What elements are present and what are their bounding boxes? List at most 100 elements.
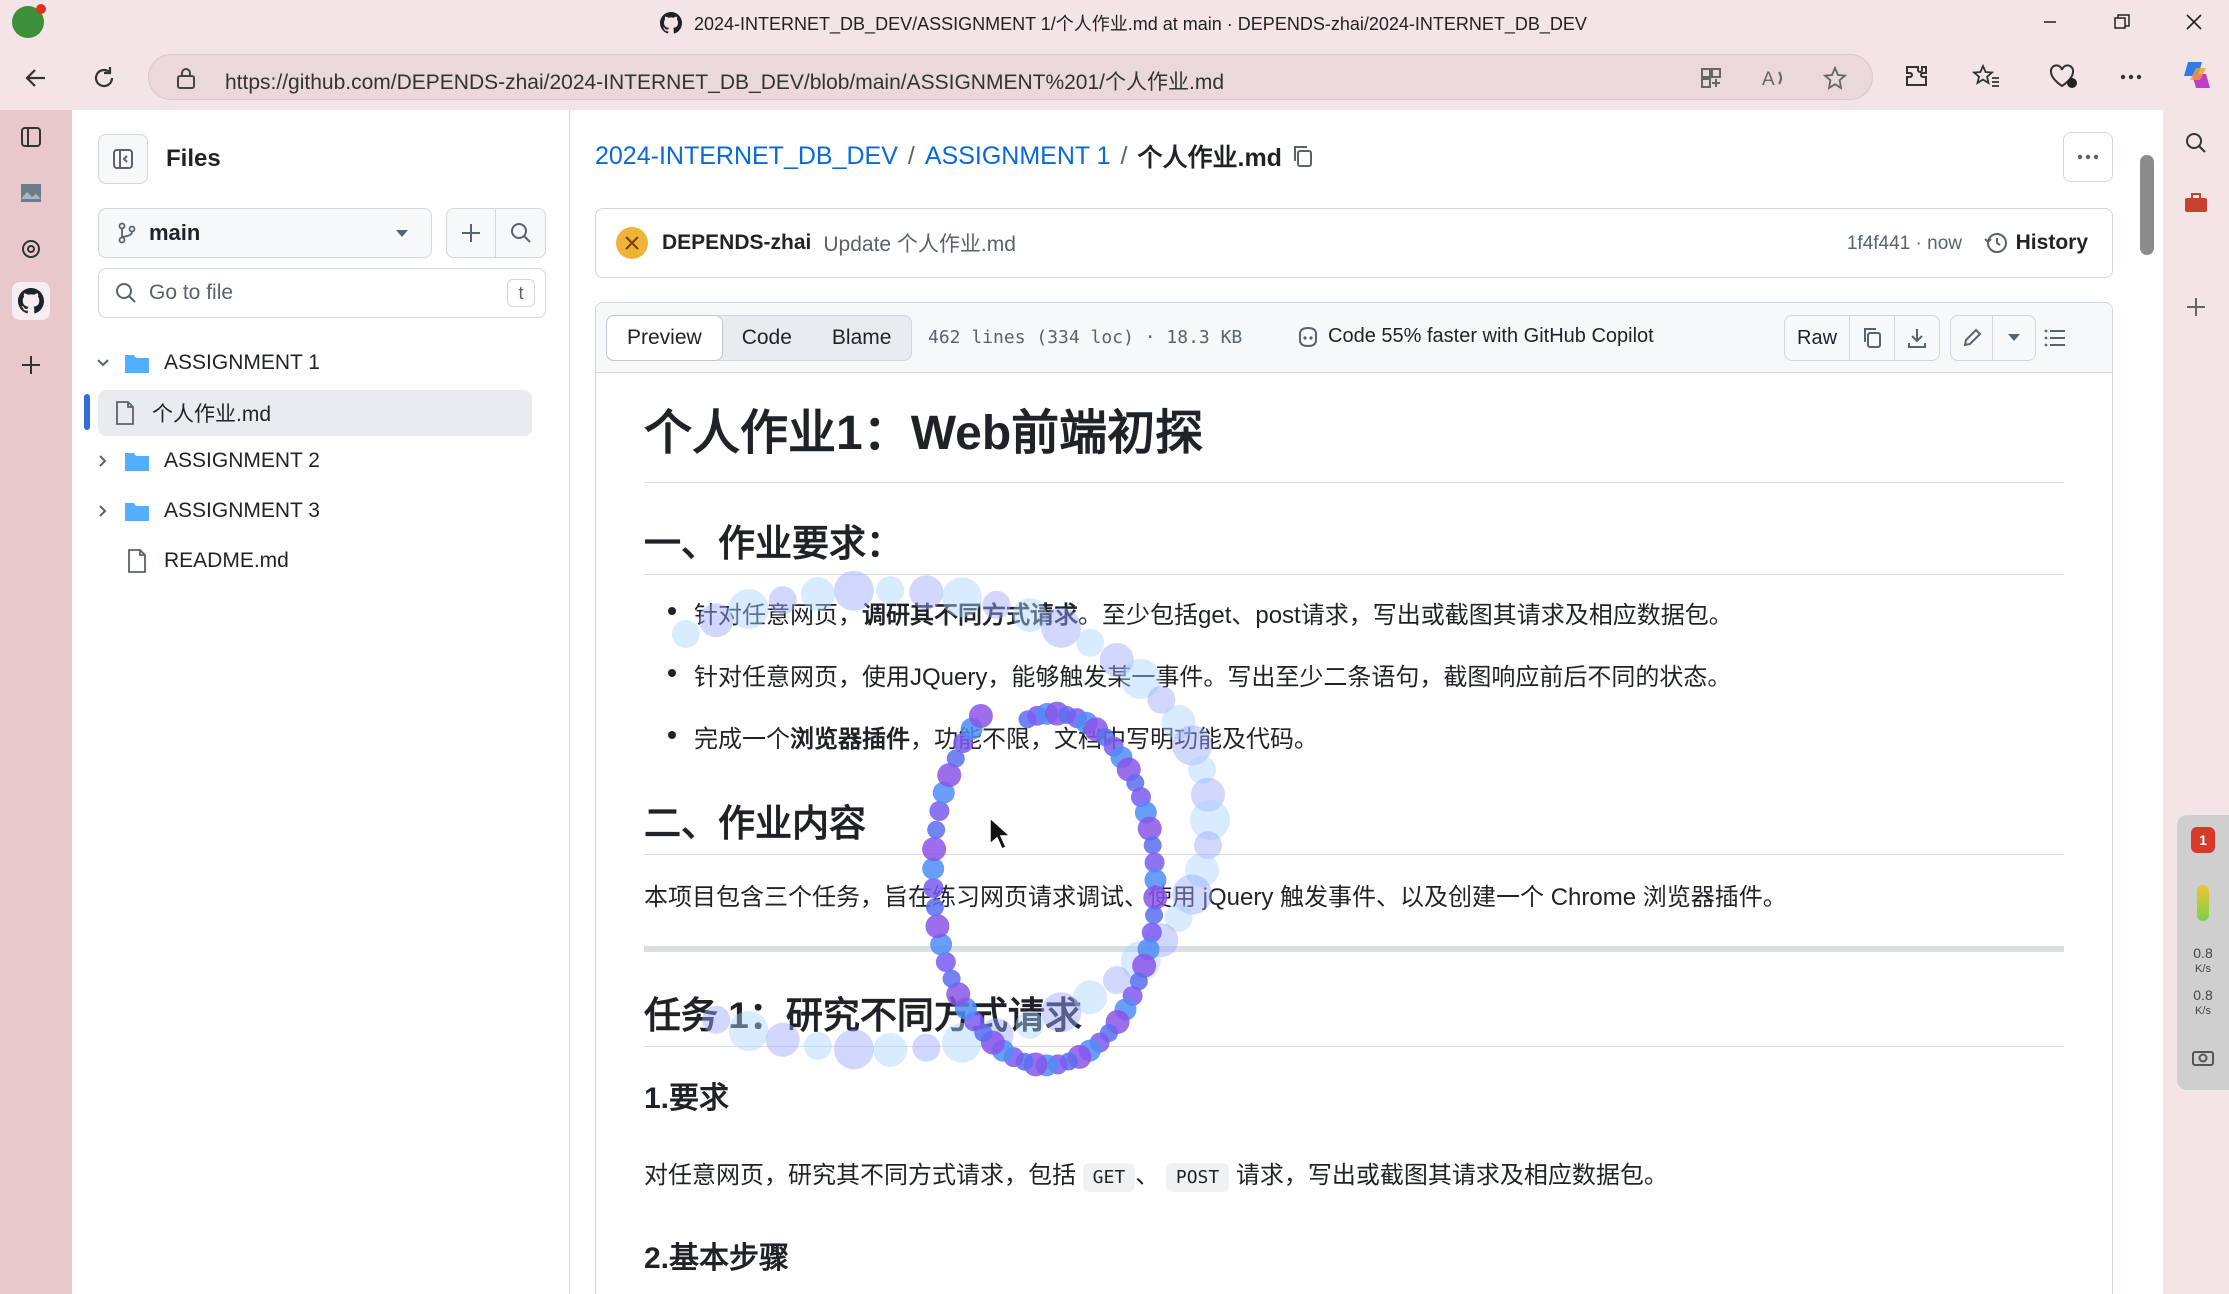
history-icon — [1983, 231, 2008, 255]
caret-down-icon — [395, 229, 409, 239]
github-logo-icon — [660, 12, 682, 34]
breadcrumb-repo-link[interactable]: 2024-INTERNET_DB_DEV — [595, 142, 898, 171]
heading-task1: 任务 1：研究不同方式请求 — [644, 985, 2064, 1047]
tools-briefcase-icon[interactable] — [2179, 186, 2213, 220]
tree-folder-assignment-2[interactable]: ASSIGNMENT 2 — [86, 438, 532, 484]
req-paragraph: 对任意网页，研究其不同方式请求，包括 GET、 POST 请求，写出或截图其请求… — [644, 1155, 1668, 1192]
tab-github-active[interactable] — [12, 282, 50, 320]
commit-sha-time[interactable]: 1f4f441 · now — [1847, 233, 1962, 255]
file-header: Preview Code Blame 462 lines (334 loc) ·… — [596, 303, 2112, 373]
notification-dot — [36, 4, 46, 14]
history-button[interactable]: History — [1983, 231, 2088, 255]
selected-indicator — [84, 394, 90, 430]
browser-essentials-icon[interactable] — [2048, 64, 2078, 90]
files-header: Files — [98, 134, 221, 184]
breadcrumb: 2024-INTERNET_DB_DEV / ASSIGNMENT 1 / 个人… — [595, 138, 1314, 174]
alert-badge[interactable]: 1 — [2191, 827, 2215, 853]
mouse-cursor-icon — [989, 816, 1012, 851]
app-available-icon[interactable] — [1699, 66, 1723, 90]
tab-image-icon[interactable] — [12, 174, 50, 212]
branch-selector[interactable]: main — [98, 208, 432, 258]
tree-file-readme[interactable]: README.md — [86, 538, 532, 584]
file-content-box: Preview Code Blame 462 lines (334 loc) ·… — [595, 302, 2113, 1294]
favorites-icon[interactable] — [1972, 64, 2000, 90]
refresh-button[interactable] — [82, 56, 126, 100]
tab-openai-icon[interactable] — [12, 230, 50, 268]
go-to-file-input[interactable]: Go to file t — [98, 268, 546, 318]
address-bar[interactable]: https://github.com/DEPENDS-zhai/2024-INT… — [148, 54, 1873, 100]
chevron-down-icon[interactable] — [86, 355, 120, 371]
camera-icon[interactable] — [2191, 1047, 2215, 1067]
heading-requirements: 一、作业要求： — [644, 513, 2064, 575]
tree-folder-assignment-3[interactable]: ASSIGNMENT 3 — [86, 488, 532, 534]
file-icon — [108, 401, 142, 425]
copilot-icon — [1296, 326, 1320, 348]
battery-gauge — [2197, 885, 2209, 921]
svg-text:A: A — [1762, 69, 1775, 90]
new-tab-icon[interactable] — [12, 346, 50, 384]
copilot-icon[interactable] — [2180, 58, 2214, 92]
avatar[interactable] — [616, 227, 648, 259]
folder-icon — [120, 450, 154, 472]
inline-code: POST — [1165, 1163, 1230, 1192]
outline-list-icon[interactable] — [2032, 315, 2078, 361]
window-titlebar: 2024-INTERNET_DB_DEV/ASSIGNMENT 1/个人作业.m… — [0, 0, 2229, 44]
window-title-text: 2024-INTERNET_DB_DEV/ASSIGNMENT 1/个人作业.m… — [694, 14, 1587, 34]
back-button[interactable] — [14, 56, 58, 100]
breadcrumb-folder-link[interactable]: ASSIGNMENT 1 — [925, 142, 1111, 171]
edit-pencil-icon[interactable] — [1951, 316, 1993, 360]
inline-code: GET — [1082, 1163, 1136, 1192]
search-icon[interactable] — [2179, 126, 2213, 160]
net-up-value: 0.8 — [2193, 945, 2213, 961]
file-icon — [120, 549, 154, 573]
more-options-icon[interactable] — [2118, 64, 2144, 90]
search-code-button[interactable] — [496, 208, 546, 258]
edit-dropdown-icon[interactable] — [1993, 316, 2035, 360]
download-button[interactable] — [1895, 316, 1939, 360]
net-down-value: 0.8 — [2193, 987, 2213, 1003]
minimize-button[interactable] — [2028, 6, 2072, 38]
search-icon — [115, 282, 137, 304]
read-aloud-icon[interactable]: A — [1761, 66, 1787, 90]
extensions-icon[interactable] — [1904, 64, 1930, 90]
close-window-button[interactable] — [2172, 6, 2216, 38]
doc-title: 个人作业1：Web前端初探 — [644, 393, 2064, 483]
more-actions-button[interactable] — [2063, 132, 2113, 182]
latest-commit-bar: DEPENDS-zhai Update 个人作业.md 1f4f441 · no… — [595, 208, 2113, 278]
breadcrumb-current-file: 个人作业.md — [1137, 144, 1282, 172]
favorite-star-icon[interactable] — [1823, 66, 1847, 90]
tab-code[interactable]: Code — [722, 316, 812, 360]
copilot-promo-link[interactable]: Code 55% faster with GitHub Copilot — [1296, 325, 1654, 348]
scrollbar-thumb[interactable] — [2140, 155, 2154, 255]
branch-name: main — [149, 220, 201, 245]
restore-button[interactable] — [2100, 6, 2144, 38]
tree-label: ASSIGNMENT 3 — [164, 499, 320, 522]
browser-profile-icon[interactable] — [12, 4, 46, 38]
tree-file-selected[interactable]: 个人作业.md — [98, 390, 532, 436]
url-text[interactable]: https://github.com/DEPENDS-zhai/2024-INT… — [225, 66, 1224, 96]
tree-folder-assignment-1[interactable]: ASSIGNMENT 1 — [86, 340, 532, 386]
add-file-button[interactable] — [446, 208, 496, 258]
add-sidebar-app-icon[interactable] — [2179, 290, 2213, 324]
raw-button[interactable]: Raw — [1785, 316, 1851, 360]
shortcut-key: t — [507, 279, 535, 307]
chevron-right-icon[interactable] — [86, 453, 120, 469]
edit-actions-group — [1950, 315, 2036, 361]
list-item: 完成一个浏览器插件，功能不限，文档中写明功能及代码。 — [668, 719, 1318, 754]
copy-raw-button[interactable] — [1850, 316, 1896, 360]
tab-blame[interactable]: Blame — [812, 316, 912, 360]
commit-author[interactable]: DEPENDS-zhai — [662, 231, 811, 255]
commit-message[interactable]: Update 个人作业.md — [823, 228, 1016, 258]
go-to-file-placeholder: Go to file — [149, 281, 234, 304]
file-info: 462 lines (334 loc) · 18.3 KB — [928, 327, 1243, 348]
tab-actions-icon[interactable] — [12, 118, 50, 156]
vertical-tab-strip — [0, 110, 72, 1294]
heading-req: 1.要求 — [644, 1082, 730, 1115]
tab-preview[interactable]: Preview — [606, 315, 723, 361]
collapse-panel-button[interactable] — [98, 134, 148, 184]
copy-path-icon[interactable] — [1292, 144, 1314, 168]
lock-icon[interactable] — [175, 66, 197, 90]
tree-label: ASSIGNMENT 2 — [164, 449, 320, 472]
chevron-right-icon[interactable] — [86, 503, 120, 519]
page-content: Files main Go to file t ASSIGNMENT 1 个人作… — [72, 110, 2163, 1294]
